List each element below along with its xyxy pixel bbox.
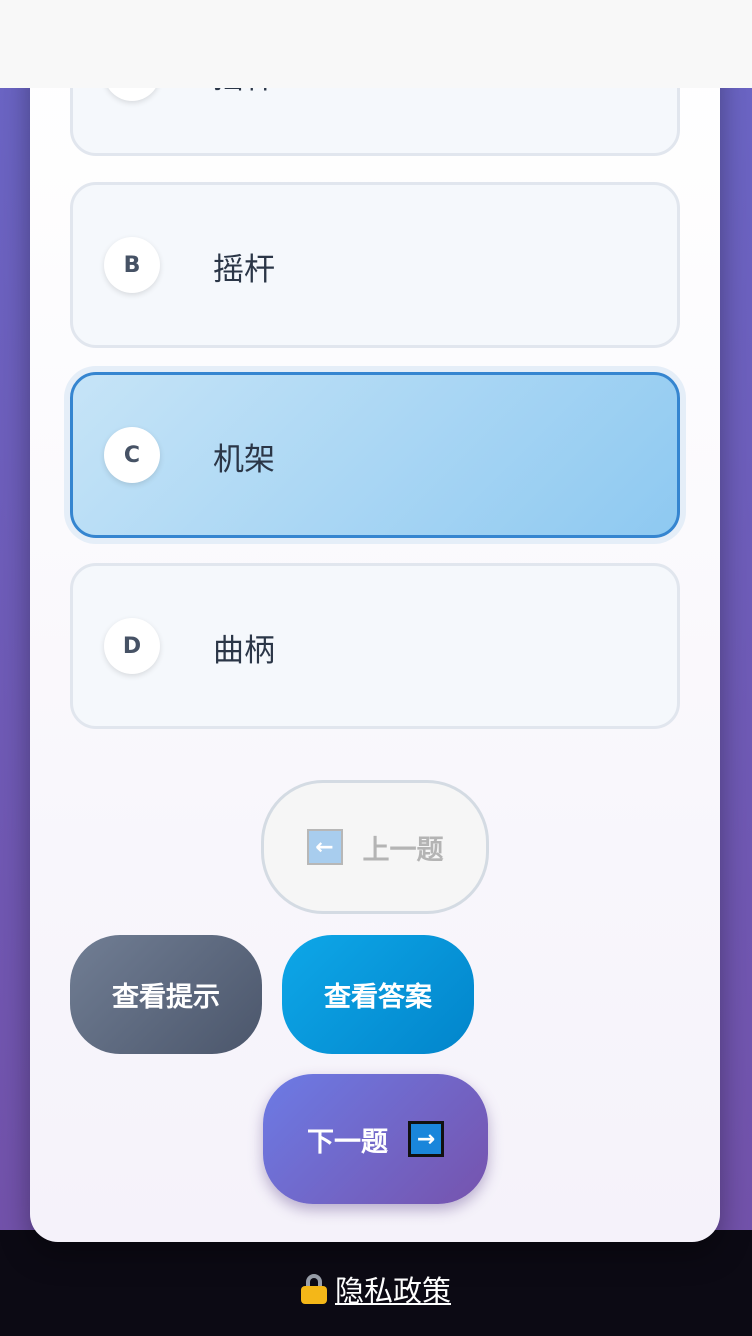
view-answer-button[interactable]: 查看答案 [282, 935, 474, 1054]
option-letter: B [104, 237, 160, 293]
privacy-policy-label: 隐私政策 [334, 1274, 451, 1308]
view-hint-button[interactable]: 查看提示 [70, 935, 262, 1054]
option-d[interactable]: D 曲柄 [70, 563, 680, 729]
privacy-policy-link[interactable]: 隐私政策 [300, 1268, 451, 1310]
prev-question-label: 上一题 [362, 834, 444, 866]
option-b[interactable]: B 摇杆 [70, 182, 680, 348]
prev-question-button[interactable]: ← 上一题 [261, 780, 489, 914]
option-text: 曲柄 [213, 632, 275, 669]
footer: 隐私政策 [0, 1230, 752, 1336]
lock-icon [300, 1274, 327, 1304]
view-answer-label: 查看答案 [324, 982, 432, 1013]
arrow-left-icon: ← [306, 829, 343, 865]
view-hint-label: 查看提示 [112, 982, 220, 1013]
option-letter: C [104, 427, 160, 483]
option-text: 机架 [213, 441, 275, 478]
option-c[interactable]: C 机架 [70, 372, 680, 538]
option-text: 摇杆 [213, 251, 275, 288]
option-letter: D [104, 618, 160, 674]
arrow-right-icon: → [408, 1121, 444, 1157]
top-bar [0, 0, 752, 88]
next-question-label: 下一题 [307, 1126, 388, 1158]
next-question-button[interactable]: 下一题 → [263, 1074, 488, 1204]
